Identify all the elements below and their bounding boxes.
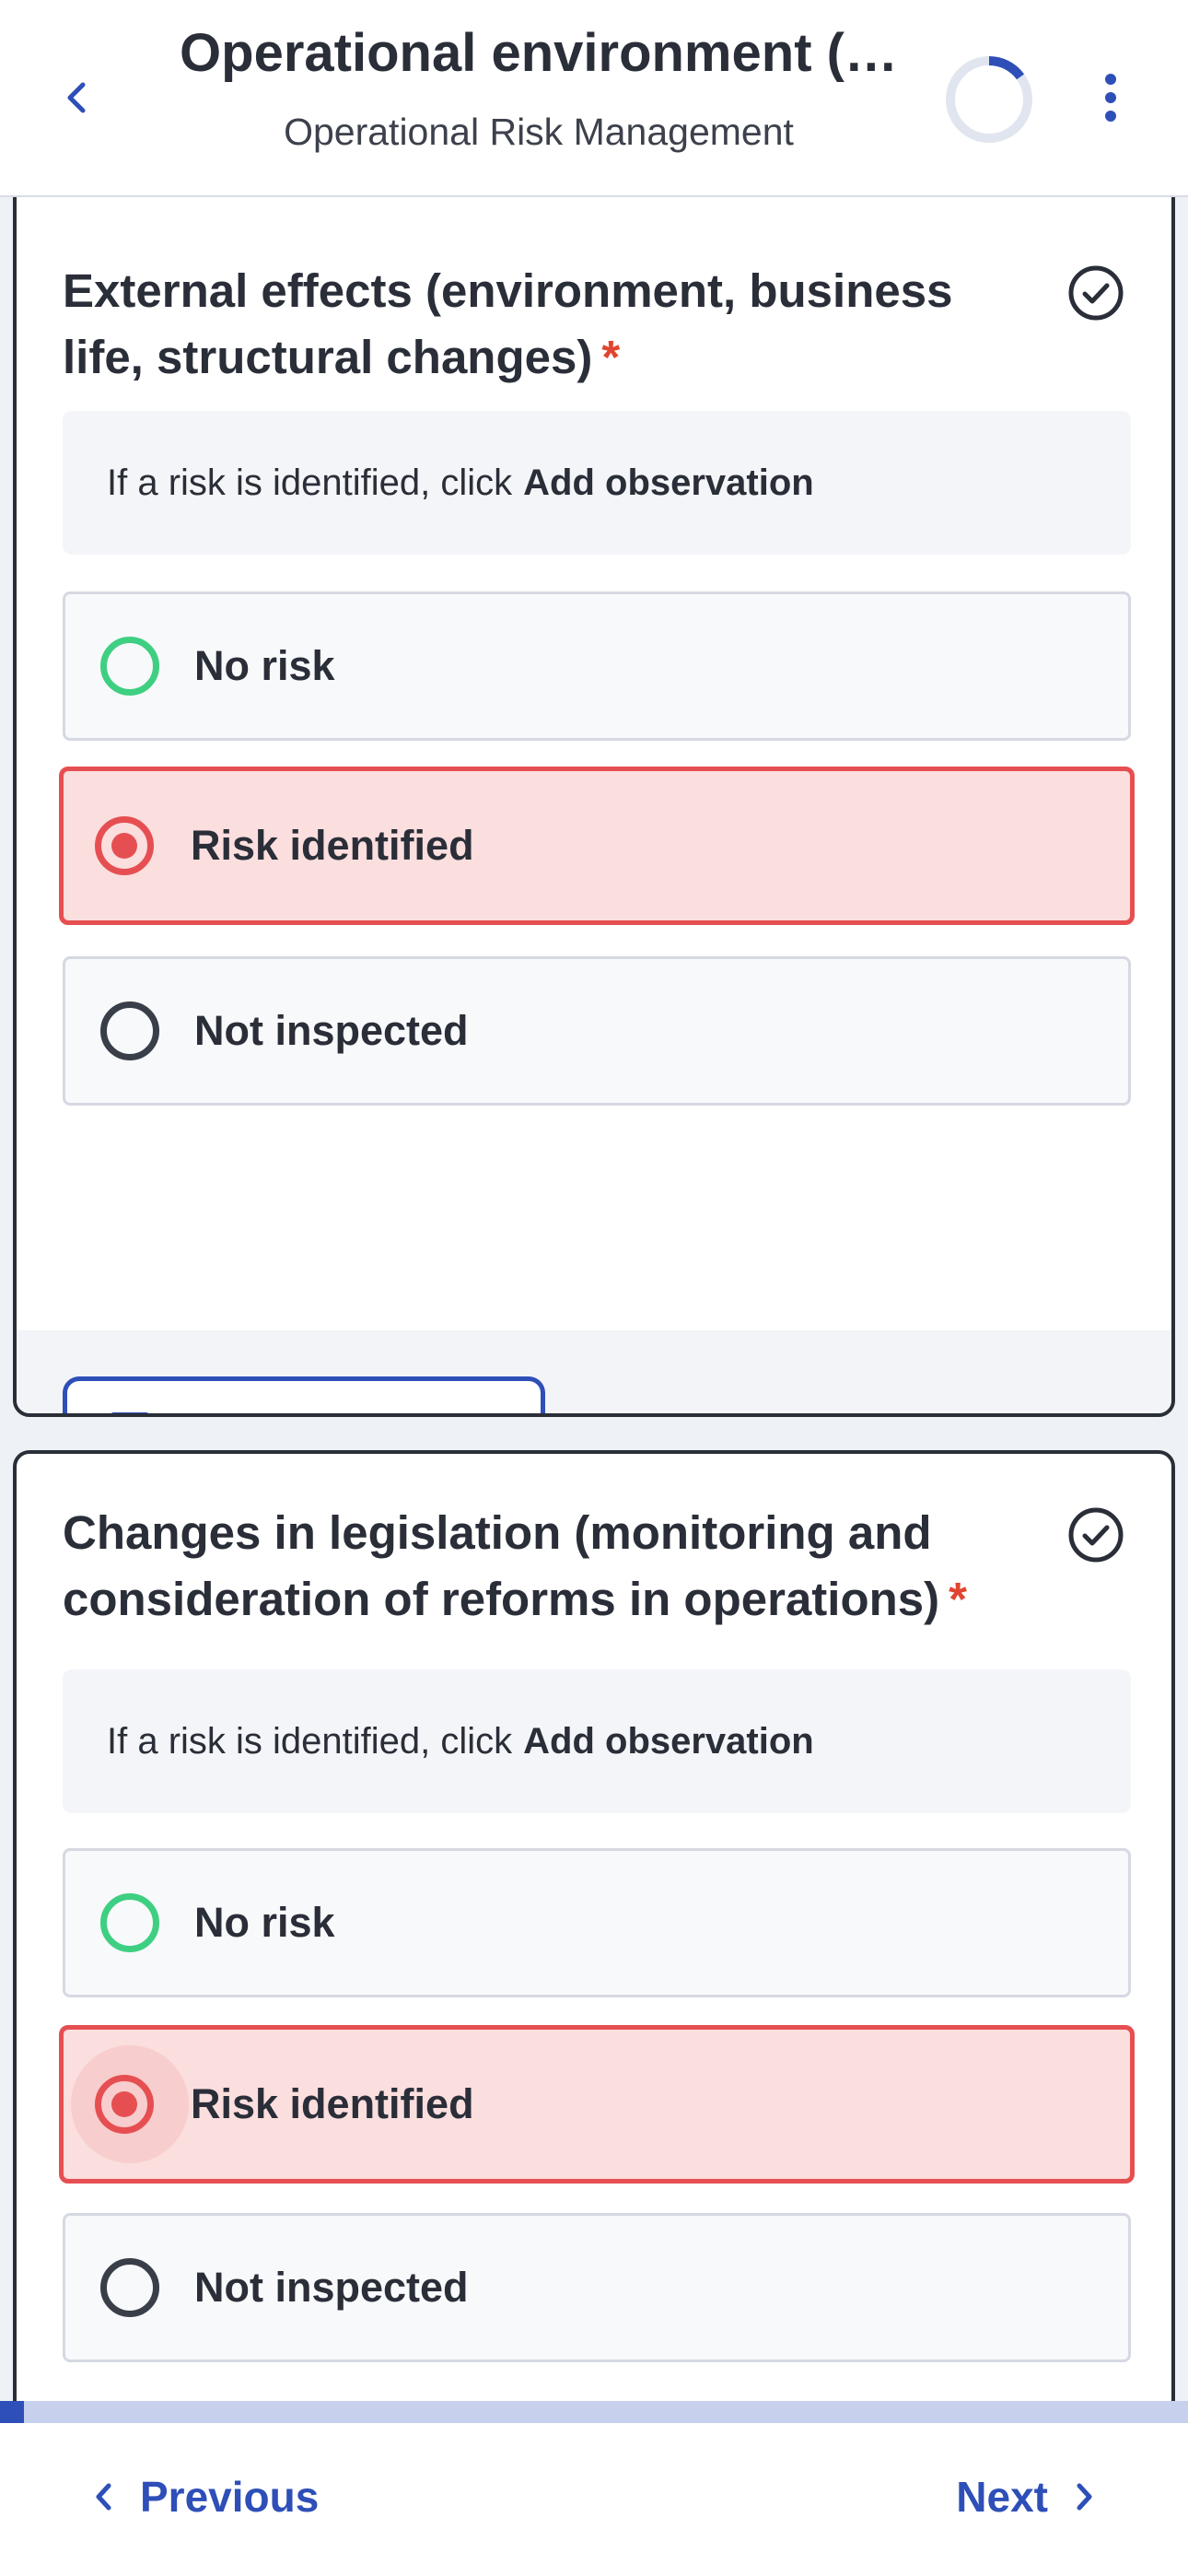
- option-label: Not inspected: [194, 2264, 469, 2311]
- hint-box: If a risk is identified, click Add observ…: [63, 411, 1131, 555]
- page-subtitle: Operational Risk Management: [284, 111, 794, 153]
- required-mark: *: [601, 331, 621, 383]
- next-button[interactable]: Next: [956, 2460, 1096, 2534]
- radio-no-risk[interactable]: [100, 1893, 159, 1952]
- option-risk-identified[interactable]: Risk identified: [59, 767, 1135, 925]
- next-label: Next: [956, 2473, 1048, 2521]
- more-vertical-icon: [1105, 74, 1116, 122]
- more-options-button[interactable]: [1085, 64, 1136, 131]
- hint-action-text: Add observation: [523, 462, 814, 503]
- add-observation-button[interactable]: Add observation: [63, 1376, 545, 1413]
- question-title-text: External effects (environment, business …: [63, 264, 953, 383]
- option-no-risk[interactable]: No risk: [63, 1848, 1131, 1997]
- form-content[interactable]: External effects (environment, business …: [0, 197, 1188, 2401]
- add-observation-label: Add observation: [169, 1407, 495, 1413]
- option-not-inspected[interactable]: Not inspected: [63, 956, 1131, 1106]
- hint-action-text: Add observation: [523, 1720, 814, 1762]
- question-card: Changes in legislation (monitoring and c…: [13, 1450, 1175, 2401]
- page-title: Operational environment (…: [180, 23, 898, 83]
- hint-text: If a risk is identified, click: [107, 462, 513, 503]
- radio-risk-identified[interactable]: [95, 816, 154, 875]
- chevron-left-icon: [96, 2483, 111, 2511]
- previous-button[interactable]: Previous: [92, 2460, 319, 2534]
- form-progress-fill: [0, 2401, 24, 2423]
- check-circle-icon: [1068, 1507, 1124, 1563]
- question-title-text: Changes in legislation (monitoring and c…: [63, 1506, 940, 1625]
- question-title: External effects (environment, business …: [63, 258, 1002, 391]
- back-button[interactable]: [52, 72, 103, 123]
- option-risk-identified[interactable]: Risk identified: [59, 2025, 1135, 2184]
- form-progress-bar: [0, 2401, 1188, 2423]
- observation-area: Add observation: [17, 1330, 1171, 1413]
- check-circle-icon: [1068, 265, 1124, 321]
- option-label: Risk identified: [191, 822, 474, 869]
- app-header: Operational environment (… Operational R…: [0, 0, 1188, 197]
- question-title: Changes in legislation (monitoring and c…: [63, 1500, 1002, 1633]
- previous-label: Previous: [140, 2473, 320, 2521]
- radio-not-inspected[interactable]: [100, 2258, 159, 2317]
- question-card: External effects (environment, business …: [13, 197, 1175, 1417]
- option-label: No risk: [194, 642, 335, 689]
- radio-not-inspected[interactable]: [100, 1001, 159, 1060]
- option-not-inspected[interactable]: Not inspected: [63, 2213, 1131, 2362]
- radio-no-risk[interactable]: [100, 637, 159, 696]
- chevron-left-icon: [67, 82, 86, 113]
- footer-nav: Previous Next: [0, 2423, 1188, 2576]
- hint-text: If a risk is identified, click: [107, 1720, 513, 1762]
- option-label: Risk identified: [191, 2080, 474, 2127]
- option-label: No risk: [194, 1899, 335, 1946]
- required-mark: *: [949, 1573, 967, 1625]
- option-no-risk[interactable]: No risk: [63, 591, 1131, 741]
- option-label: Not inspected: [194, 1007, 469, 1054]
- radio-risk-identified[interactable]: [95, 2075, 154, 2134]
- comment-alert-icon: [111, 1412, 148, 1413]
- chevron-right-icon: [1077, 2483, 1092, 2511]
- progress-ring: [946, 56, 1032, 143]
- hint-box: If a risk is identified, click Add observ…: [63, 1669, 1131, 1813]
